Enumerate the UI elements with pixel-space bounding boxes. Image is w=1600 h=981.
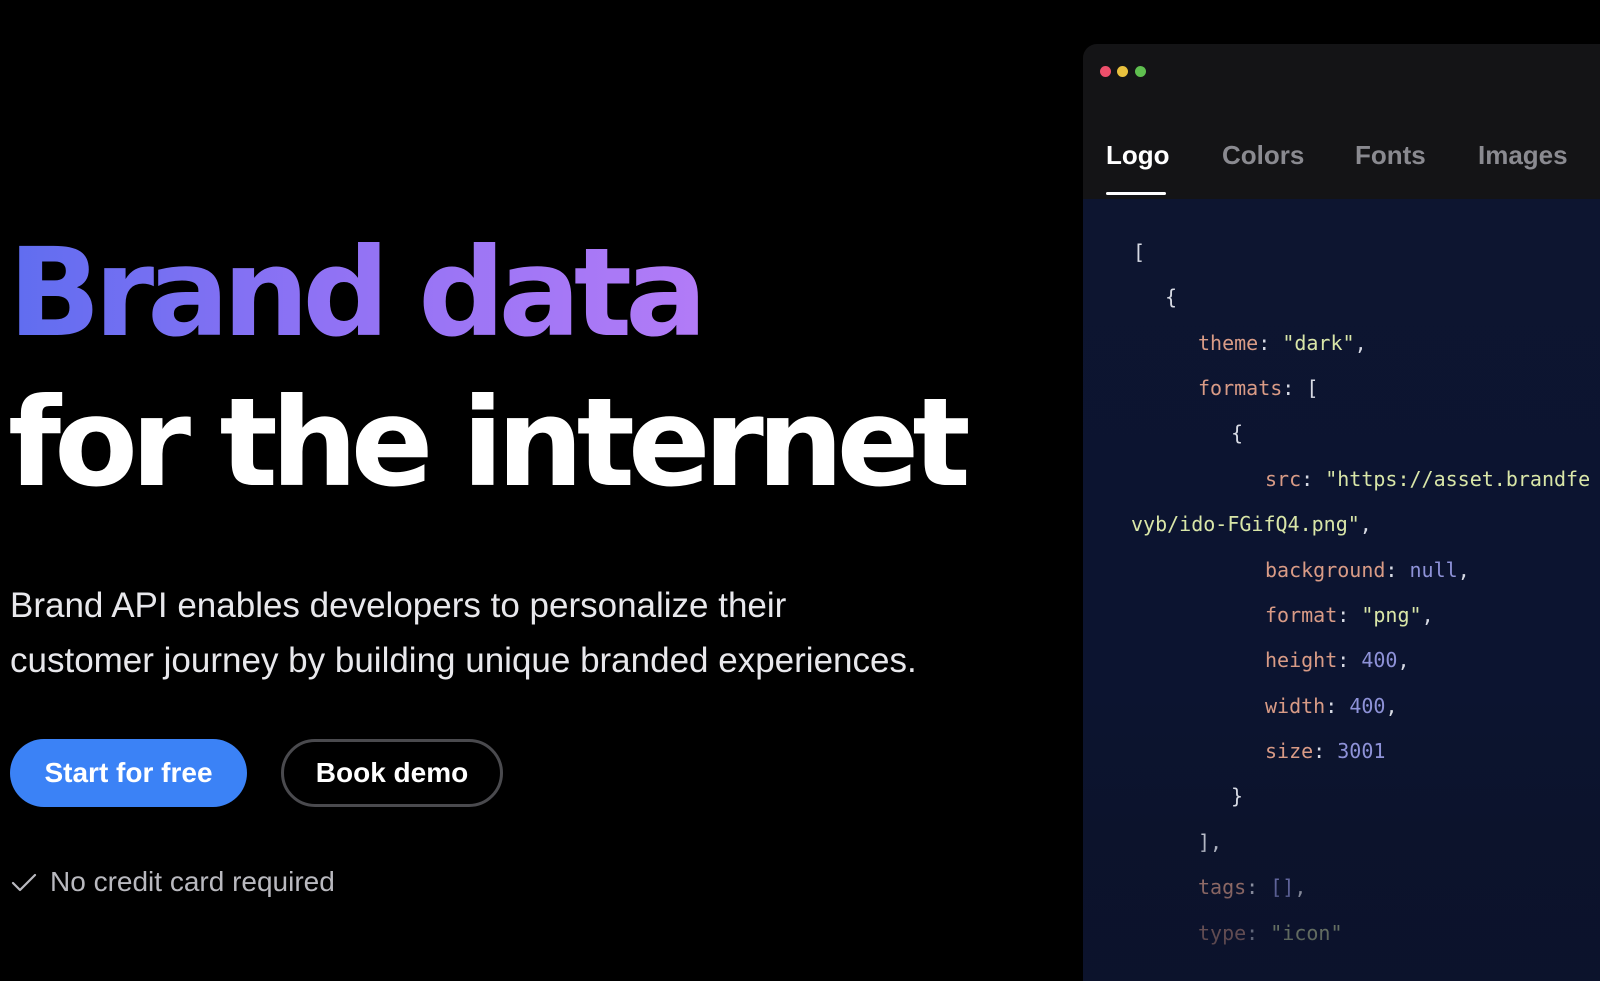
code-line: size: 3001 xyxy=(1265,739,1386,763)
tab-bar: Logo Colors Fonts Images xyxy=(1083,104,1600,199)
code-line: tags: [], xyxy=(1198,875,1307,899)
headline-gradient-line: Brand data xyxy=(8,222,707,364)
window-minimize-dot-icon xyxy=(1117,66,1128,77)
code-line: theme: "dark", xyxy=(1198,331,1367,355)
code-preview-window: Logo Colors Fonts Images [ { theme: "dar… xyxy=(1083,44,1600,981)
code-line: { xyxy=(1231,421,1244,445)
hero-description-line-2: customer journey by building unique bran… xyxy=(10,641,917,680)
book-demo-button[interactable]: Book demo xyxy=(281,739,503,807)
code-line: ], xyxy=(1198,830,1223,854)
code-line: background: null, xyxy=(1265,558,1470,582)
code-line: [ xyxy=(1133,240,1146,264)
json-code-panel: [ { theme: "dark", formats: [ { src: "ht… xyxy=(1083,199,1600,981)
code-line: height: 400, xyxy=(1265,648,1410,672)
no-credit-card-text: No credit card required xyxy=(50,866,335,897)
tab-colors[interactable]: Colors xyxy=(1222,140,1304,180)
code-line: } xyxy=(1231,784,1244,808)
code-line: type: "icon" xyxy=(1198,921,1343,945)
window-maximize-dot-icon xyxy=(1135,66,1146,77)
code-line: { xyxy=(1165,285,1178,309)
window-title-bar xyxy=(1083,44,1600,104)
tab-logo[interactable]: Logo xyxy=(1106,140,1170,180)
code-line: width: 400, xyxy=(1265,694,1398,718)
hero-description: Brand API enables developers to personal… xyxy=(10,578,1010,688)
tab-images[interactable]: Images xyxy=(1478,140,1568,180)
window-close-dot-icon xyxy=(1100,66,1111,77)
hero-description-line-1: Brand API enables developers to personal… xyxy=(10,586,787,625)
checkmark-icon xyxy=(10,868,38,896)
code-line: vyb/ido-FGifQ4.png", xyxy=(1131,512,1372,536)
active-tab-indicator xyxy=(1106,192,1166,195)
hero-section: Brand data for the internet Brand API en… xyxy=(0,0,1060,981)
headline-white-line: for the internet xyxy=(8,372,971,514)
code-fade-overlay xyxy=(1083,804,1600,981)
code-line: src: "https://asset.brandfe xyxy=(1265,467,1591,491)
start-for-free-button[interactable]: Start for free xyxy=(10,739,247,807)
code-line: format: "png", xyxy=(1265,603,1434,627)
code-line: formats: [ xyxy=(1198,376,1319,400)
no-credit-card-note: No credit card required xyxy=(10,862,335,902)
tab-fonts[interactable]: Fonts xyxy=(1355,140,1426,180)
